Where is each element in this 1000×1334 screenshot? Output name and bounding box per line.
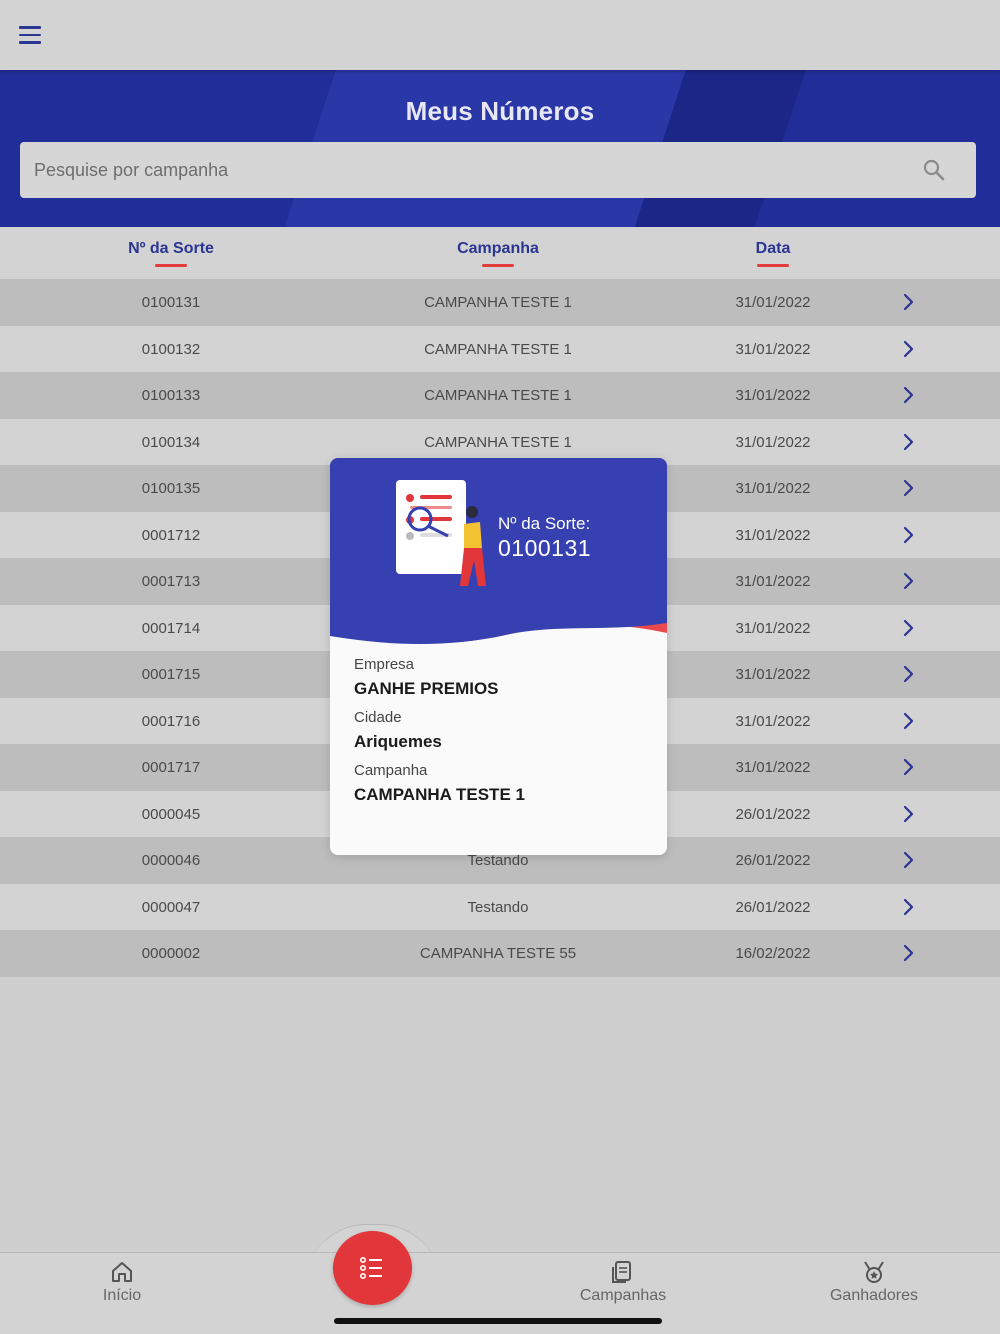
- table-row[interactable]: 0000002 CAMPANHA TESTE 55 16/02/2022: [0, 930, 1000, 977]
- search-icon[interactable]: [922, 158, 946, 182]
- chevron-right-icon[interactable]: [898, 478, 918, 498]
- row-date: 26/01/2022: [735, 898, 811, 916]
- row-number: 0001717: [141, 759, 201, 776]
- home-indicator: [334, 1318, 662, 1324]
- tab-ganhadores[interactable]: Ganhadores: [794, 1259, 954, 1305]
- search-bar: [20, 142, 976, 198]
- tab-inicio[interactable]: Início: [42, 1259, 202, 1305]
- row-campanha: CAMPANHA TESTE 1: [424, 294, 572, 311]
- search-input[interactable]: [20, 142, 976, 198]
- chevron-right-icon[interactable]: [898, 432, 918, 452]
- row-date: 31/01/2022: [735, 666, 811, 683]
- row-campanha: CAMPANHA TESTE 55: [419, 945, 577, 962]
- chevron-right-icon[interactable]: [898, 664, 918, 684]
- lucky-number-modal: Nº da Sorte: 0100131 Empresa GANHE PREMI…: [330, 458, 667, 855]
- row-date: 31/01/2022: [735, 526, 811, 544]
- row-number: 0000046: [141, 852, 201, 869]
- campanha-label: Campanha: [354, 762, 428, 779]
- chevron-right-icon[interactable]: [898, 571, 918, 591]
- row-date: 31/01/2022: [735, 759, 811, 776]
- empresa-value: GANHE PREMIOS: [354, 679, 499, 698]
- chevron-right-icon[interactable]: [898, 943, 918, 963]
- row-number: 0100135: [141, 480, 201, 497]
- cidade-label: Cidade: [354, 709, 402, 726]
- chevron-right-icon[interactable]: [898, 339, 918, 359]
- row-number: 0000002: [141, 945, 201, 962]
- row-number: 0100132: [141, 340, 201, 358]
- row-number: 0000045: [141, 805, 201, 823]
- chevron-right-icon[interactable]: [898, 711, 918, 731]
- row-number: 0001715: [141, 666, 201, 683]
- row-number: 0001713: [141, 573, 201, 590]
- row-campanha: CAMPANHA TESTE 1: [424, 433, 572, 451]
- row-number: 0100131: [141, 294, 201, 311]
- chevron-right-icon[interactable]: [898, 850, 918, 870]
- tab-campanhas[interactable]: Campanhas: [543, 1259, 703, 1305]
- table-row[interactable]: 0000047 Testando 26/01/2022: [0, 883, 1000, 930]
- tab-inicio-label: Início: [102, 1287, 142, 1304]
- table-row[interactable]: 0100131 CAMPANHA TESTE 1 31/01/2022: [0, 279, 1000, 326]
- row-date: 26/01/2022: [735, 805, 811, 823]
- chevron-right-icon[interactable]: [898, 525, 918, 545]
- header-sorte[interactable]: Nº da Sorte: [91, 240, 251, 267]
- medal-icon: [864, 1261, 884, 1283]
- modal-sorte-value: 0100131: [498, 535, 592, 561]
- chevron-right-icon[interactable]: [898, 618, 918, 638]
- row-date: 31/01/2022: [735, 340, 811, 358]
- modal-sorte-label: Nº da Sorte:: [498, 514, 591, 533]
- header-campanha[interactable]: Campanha: [398, 240, 598, 267]
- row-number: 0001712: [141, 526, 201, 544]
- row-campanha: Testando: [467, 898, 529, 916]
- row-campanha: CAMPANHA TESTE 1: [424, 340, 572, 358]
- top-bar: [0, 0, 1000, 70]
- row-date: 31/01/2022: [735, 480, 811, 497]
- table-row[interactable]: 0100133 CAMPANHA TESTE 1 31/01/2022: [0, 372, 1000, 419]
- chevron-right-icon[interactable]: [898, 804, 918, 824]
- header-data[interactable]: Data: [693, 240, 853, 267]
- row-date: 16/02/2022: [735, 945, 811, 962]
- row-number: 0100134: [141, 433, 201, 451]
- row-date: 31/01/2022: [735, 712, 811, 730]
- table-row[interactable]: 0100132 CAMPANHA TESTE 1 31/01/2022: [0, 325, 1000, 372]
- row-date: 31/01/2022: [735, 387, 811, 404]
- row-number: 0001714: [141, 619, 201, 637]
- search-document-illustration: [396, 480, 486, 586]
- tab-ganhadores-label: Ganhadores: [829, 1287, 919, 1304]
- chevron-right-icon[interactable]: [898, 897, 918, 917]
- table-header: Nº da Sorte Campanha Data: [0, 227, 1000, 279]
- my-numbers-fab[interactable]: [333, 1231, 412, 1305]
- empresa-label: Empresa: [354, 656, 415, 673]
- row-date: 26/01/2022: [735, 852, 811, 869]
- row-date: 31/01/2022: [735, 619, 811, 637]
- row-campanha: CAMPANHA TESTE 1: [424, 387, 572, 404]
- tab-campanhas-label: Campanhas: [579, 1287, 667, 1304]
- row-date: 31/01/2022: [735, 294, 811, 311]
- row-date: 31/01/2022: [735, 573, 811, 590]
- row-number: 0100133: [141, 387, 201, 404]
- row-number: 0001716: [141, 712, 201, 730]
- cidade-value: Ariquemes: [354, 732, 442, 751]
- chevron-right-icon[interactable]: [898, 757, 918, 777]
- list-icon: [359, 1256, 382, 1279]
- menu-icon[interactable]: [16, 26, 44, 50]
- chevron-right-icon[interactable]: [898, 292, 918, 312]
- documents-icon: [612, 1261, 631, 1283]
- row-number: 0000047: [141, 898, 201, 916]
- campanha-value: CAMPANHA TESTE 1: [354, 785, 525, 804]
- chevron-right-icon[interactable]: [898, 385, 918, 405]
- home-icon: [112, 1262, 132, 1282]
- page-title: Meus Números: [405, 96, 595, 126]
- row-date: 31/01/2022: [735, 433, 811, 451]
